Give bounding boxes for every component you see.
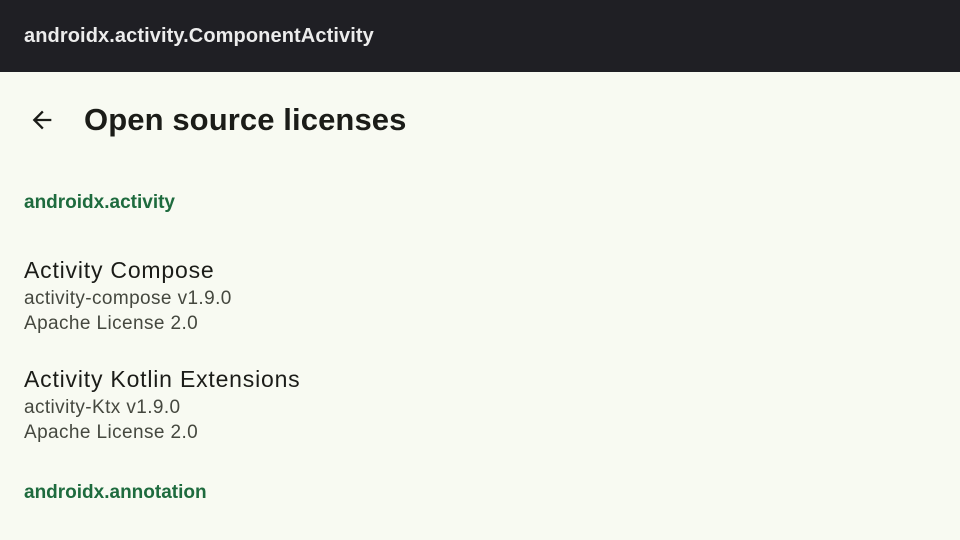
- window-title: androidx.activity.ComponentActivity: [24, 24, 374, 47]
- license-item-activity-ktx[interactable]: Activity Kotlin Extensions activity-Ktx …: [24, 365, 936, 445]
- arrow-back-icon: [32, 110, 52, 130]
- page-title: Open source licenses: [84, 102, 407, 137]
- license-item-activity-compose[interactable]: Activity Compose activity-compose v1.9.0…: [24, 256, 936, 336]
- license-item-artifact: activity-Ktx v1.9.0: [24, 397, 181, 418]
- top-app-bar: Open source licenses: [0, 72, 960, 172]
- section-header: androidx.activity: [24, 192, 175, 213]
- section-header: androidx.annotation: [24, 482, 207, 503]
- back-button[interactable]: [18, 96, 66, 144]
- window-titlebar: androidx.activity.ComponentActivity: [0, 0, 960, 72]
- license-item-name: Activity Kotlin Extensions: [24, 366, 301, 392]
- license-item-license: Apache License 2.0: [24, 313, 199, 334]
- license-item-name: Activity Compose: [24, 257, 215, 283]
- license-item-artifact: activity-compose v1.9.0: [24, 288, 232, 309]
- license-item-license: Apache License 2.0: [24, 422, 199, 443]
